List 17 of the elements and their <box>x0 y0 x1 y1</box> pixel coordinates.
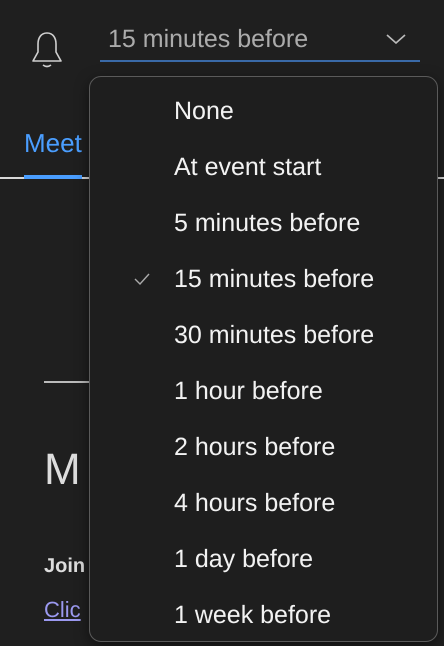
menu-option[interactable]: None <box>174 96 234 126</box>
join-label: Join <box>44 555 86 578</box>
bell-icon[interactable] <box>30 30 64 70</box>
menu-option[interactable]: 5 minutes before <box>174 208 360 238</box>
menu-option[interactable]: 2 hours before <box>174 432 336 462</box>
menu-option[interactable]: 15 minutes before <box>174 264 374 294</box>
menu-option[interactable]: 1 week before <box>174 600 332 630</box>
menu-option[interactable]: 30 minutes before <box>174 320 374 350</box>
menu-option[interactable]: 1 hour before <box>174 376 323 406</box>
menu-option[interactable]: At event start <box>174 152 322 182</box>
menu-option[interactable]: 4 hours before <box>174 488 336 518</box>
chevron-down-icon <box>386 34 406 44</box>
reminder-select[interactable]: 15 minutes before <box>100 22 420 62</box>
heading: M <box>44 445 81 495</box>
menu-option[interactable]: 1 day before <box>174 544 313 574</box>
join-link[interactable]: Clic <box>44 597 81 623</box>
tab[interactable]: Meet <box>24 128 82 179</box>
